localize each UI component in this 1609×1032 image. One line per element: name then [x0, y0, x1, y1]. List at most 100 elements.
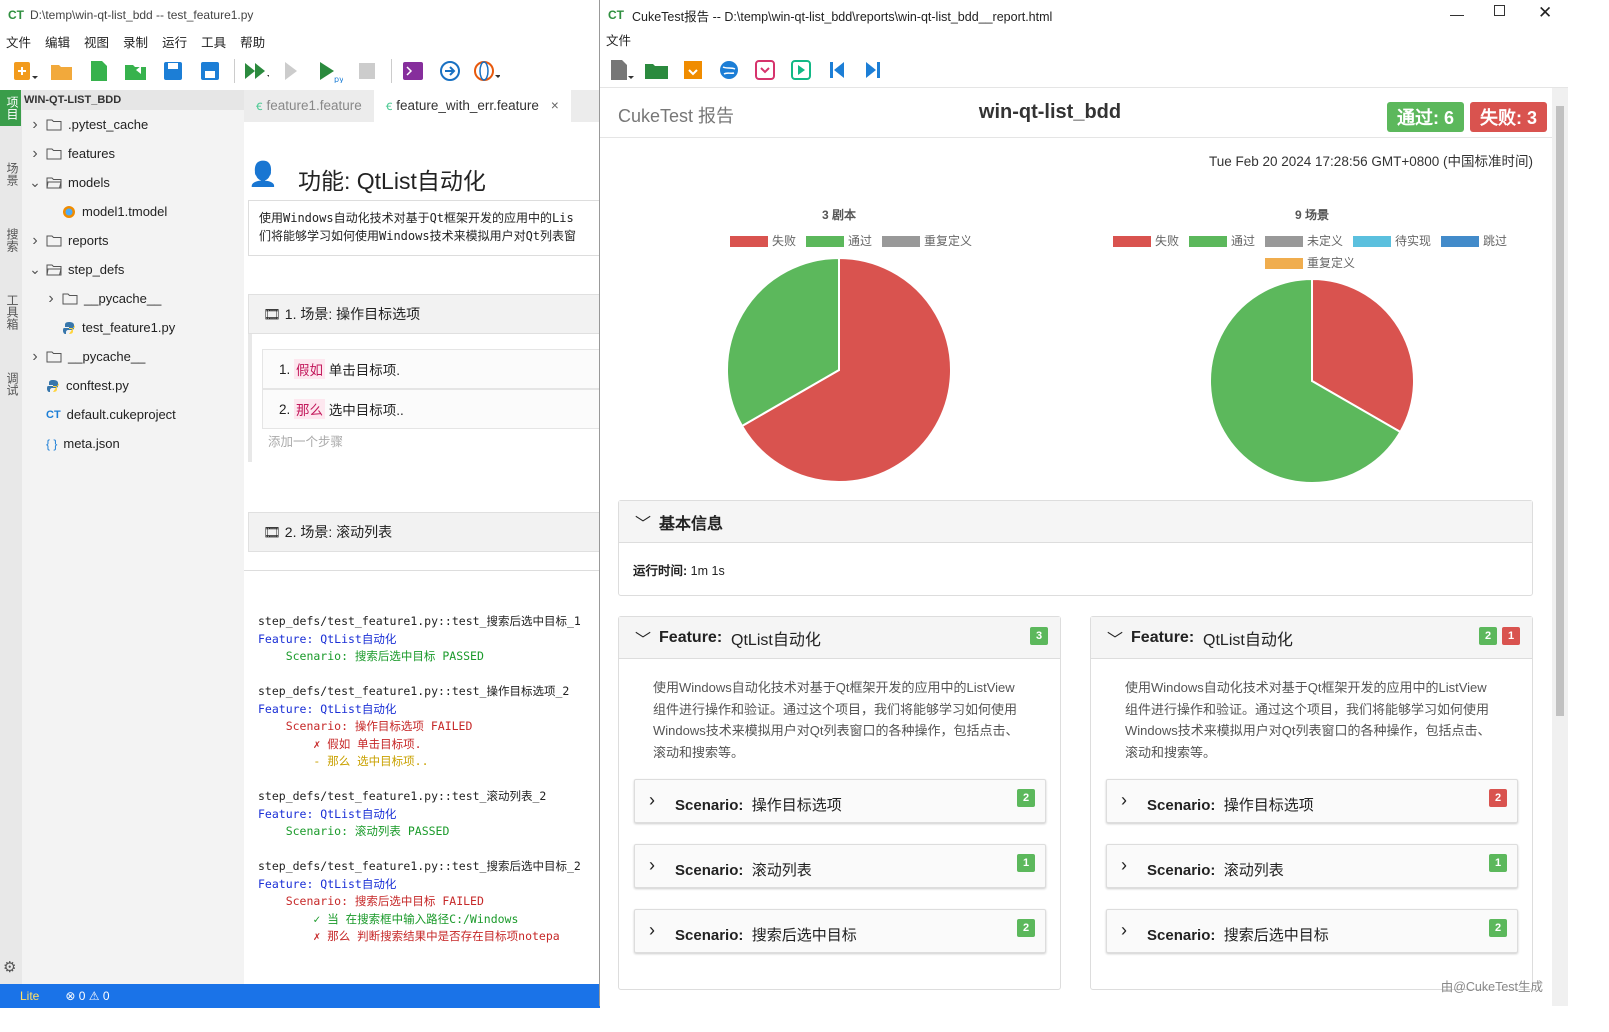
- error-count[interactable]: 0: [79, 989, 86, 1003]
- run-project-button[interactable]: [243, 58, 269, 84]
- passed-count-badge: 通过: 6: [1386, 102, 1464, 132]
- tree-item[interactable]: › __pycache__: [22, 284, 244, 313]
- tree-item[interactable]: ⌄ models: [22, 168, 244, 197]
- open-file-button[interactable]: [123, 58, 149, 84]
- warning-count[interactable]: 0: [103, 989, 110, 1003]
- legend-label: 跳过: [1483, 234, 1508, 248]
- step-row[interactable]: 1. 假如 单击目标项.: [262, 349, 600, 389]
- legend-label: 通过: [847, 234, 872, 248]
- legend-item[interactable]: 跳过: [1441, 234, 1507, 248]
- tree-item[interactable]: › .pytest_cache: [22, 110, 244, 139]
- status-bar: Lite ⊗ 0 ⚠ 0: [0, 984, 600, 1008]
- open-folder-icon: [51, 65, 72, 80]
- terminal-button[interactable]: [400, 58, 426, 84]
- close-icon[interactable]: ×: [551, 98, 559, 113]
- tree-item-label: conftest.py: [66, 378, 129, 393]
- export-button[interactable]: [680, 57, 706, 83]
- maximize-icon[interactable]: [1494, 5, 1505, 16]
- tree-item[interactable]: › features: [22, 139, 244, 168]
- feature-header[interactable]: ﹀ Feature: QtList自动化 3: [619, 617, 1060, 659]
- scenario-row[interactable]: › Scenario: 搜索后选中目标 2: [634, 909, 1046, 953]
- legend-swatch: [1353, 236, 1391, 248]
- tree-item[interactable]: › reports: [22, 226, 244, 255]
- new-dropdown-button[interactable]: [12, 58, 38, 84]
- menu-file[interactable]: 文件: [6, 32, 31, 51]
- chart-title: 3 剧本: [821, 208, 856, 222]
- tree-item[interactable]: model1.tmodel: [22, 197, 244, 226]
- menu-tools[interactable]: 工具: [201, 32, 226, 51]
- legend-item[interactable]: 重复定义: [1264, 256, 1355, 270]
- description-line: 使用Windows自动化技术对基于Qt框架开发的应用中的Lis: [259, 211, 574, 225]
- menu-run[interactable]: 运行: [162, 32, 187, 51]
- new-file-button[interactable]: [86, 58, 112, 84]
- minimize-icon[interactable]: —: [1450, 6, 1464, 22]
- tree-item[interactable]: ⌄ step_defs: [22, 255, 244, 284]
- scenario-row[interactable]: › Scenario: 操作目标选项 2: [634, 779, 1046, 823]
- new-report-button[interactable]: [608, 57, 634, 83]
- tab-feature-with-err[interactable]: ꞓ feature_with_err.feature ×: [373, 90, 571, 122]
- tree-item[interactable]: CT default.cukeproject: [22, 400, 244, 429]
- legend-label: 通过: [1230, 234, 1255, 248]
- navigate-button[interactable]: [437, 58, 463, 84]
- output-line: Feature: QtList自动化: [258, 631, 397, 646]
- legend-item[interactable]: 通过: [1188, 234, 1255, 248]
- legend-item[interactable]: 通过: [805, 234, 872, 248]
- legend-item[interactable]: 待实现: [1353, 234, 1431, 248]
- menu-view[interactable]: 视图: [84, 32, 109, 51]
- json-icon: { }: [46, 436, 58, 451]
- legend-item[interactable]: 重复定义: [882, 234, 972, 248]
- browser-dropdown-button[interactable]: [474, 58, 500, 84]
- tree-item[interactable]: conftest.py: [22, 371, 244, 400]
- open-browser-button[interactable]: [716, 57, 742, 83]
- save-all-button[interactable]: [197, 58, 223, 84]
- tab-feature1[interactable]: ꞓ feature1.feature: [244, 90, 374, 122]
- scenario-header[interactable]: 🎞 1. 场景: 操作目标选项: [248, 294, 600, 334]
- scenario-header[interactable]: 🎞 2. 场景: 滚动列表: [248, 512, 600, 552]
- scenario-row[interactable]: › Scenario: 操作目标选项 2: [1106, 779, 1518, 823]
- expand-button[interactable]: [788, 57, 814, 83]
- tree-item[interactable]: test_feature1.py: [22, 313, 244, 342]
- report-project-title: win-qt-list_bdd: [978, 101, 1122, 123]
- run-python-button[interactable]: py: [317, 58, 343, 84]
- activity-project[interactable]: 项目: [0, 90, 21, 126]
- report-scrollbar[interactable]: [1552, 88, 1568, 1006]
- legend-item[interactable]: 失败: [729, 234, 796, 248]
- step-row[interactable]: 2. 那么 选中目标项..: [262, 389, 600, 429]
- menu-record[interactable]: 录制: [123, 32, 148, 51]
- open-folder-button[interactable]: [49, 58, 75, 84]
- next-button[interactable]: [860, 57, 886, 83]
- menu-help[interactable]: 帮助: [240, 32, 265, 51]
- legend-item[interactable]: 未定义: [1264, 234, 1343, 248]
- settings-gear-icon[interactable]: ⚙: [3, 958, 16, 976]
- save-button[interactable]: [160, 58, 186, 84]
- open-report-button[interactable]: [644, 57, 670, 83]
- menu-edit[interactable]: 编辑: [45, 32, 70, 51]
- scenario-row[interactable]: › Scenario: 搜索后选中目标 2: [1106, 909, 1518, 953]
- activity-search[interactable]: 搜索: [4, 222, 21, 258]
- legend-item[interactable]: 失败: [1112, 234, 1179, 248]
- scrollbar-thumb[interactable]: [1556, 106, 1564, 716]
- previous-button[interactable]: [824, 57, 850, 83]
- scenario-row[interactable]: › Scenario: 滚动列表 1: [1106, 844, 1518, 888]
- activity-toolbox[interactable]: 工具箱: [4, 288, 21, 336]
- basic-info-header[interactable]: ﹀ 基本信息: [619, 501, 1532, 543]
- tree-item[interactable]: { } meta.json: [22, 429, 244, 458]
- scenario-text: Scenario: 搜索后选中目标: [1147, 924, 1329, 945]
- scenario-label: Scenario:: [1147, 797, 1216, 814]
- legend-label: 重复定义: [924, 234, 973, 248]
- chevron-right-icon: ›: [32, 144, 38, 162]
- feature-header[interactable]: ﹀ Feature: QtList自动化 2 1: [1091, 617, 1532, 659]
- feature-description[interactable]: 使用Windows自动化技术对基于Qt框架开发的应用中的Lis 们将能够学习如何…: [248, 200, 600, 256]
- activity-scenarios[interactable]: 场景: [4, 156, 21, 192]
- window-close-icon[interactable]: ✕: [1538, 3, 1552, 23]
- tree-item[interactable]: › __pycache__: [22, 342, 244, 371]
- status-mode[interactable]: Lite: [20, 989, 39, 1003]
- tree-item-label: test_feature1.py: [82, 320, 176, 335]
- output-line: step_defs/test_feature1.py::test_搜索后选中目标…: [258, 859, 581, 873]
- collapse-button[interactable]: [752, 57, 778, 83]
- add-step-link[interactable]: 添加一个步骤: [268, 431, 343, 450]
- activity-debug[interactable]: 调试: [4, 366, 21, 402]
- scenario-row[interactable]: › Scenario: 滚动列表 1: [634, 844, 1046, 888]
- feature-title[interactable]: 功能: QtList自动化: [298, 162, 486, 196]
- menu-file[interactable]: 文件: [606, 34, 631, 48]
